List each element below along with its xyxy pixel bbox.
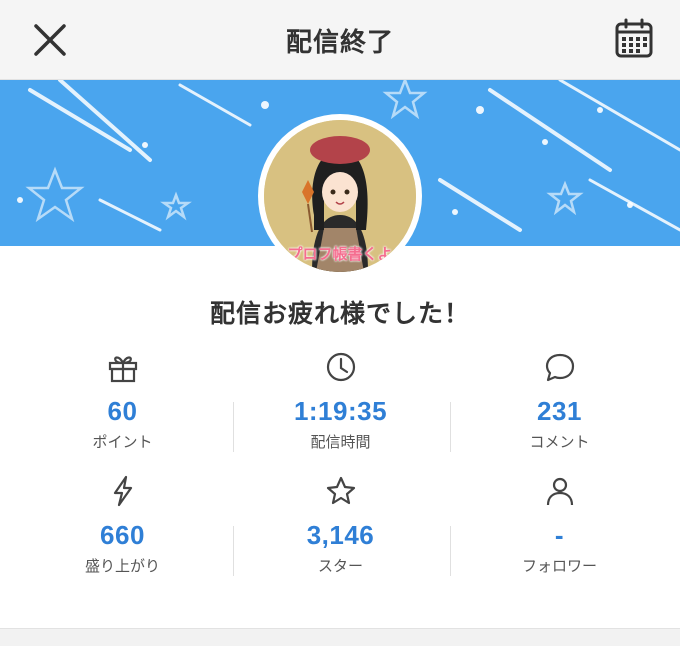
stat-excitement-label: 盛り上がり (84, 557, 160, 575)
stat-stars-label: スター (317, 557, 363, 575)
avatar-image: プロフ帳書くよ (264, 120, 416, 272)
stat-followers-value: - (554, 520, 565, 550)
stat-comments: 231 コメント (446, 350, 673, 452)
stat-duration: 1:19:35 配信時間 (227, 350, 454, 452)
stat-excitement-value: 660 (100, 520, 145, 550)
stat-duration-value: 1:19:35 (293, 396, 388, 426)
divider (450, 526, 451, 576)
divider (450, 402, 451, 452)
divider (233, 402, 234, 452)
page-title: 配信終了 (285, 28, 394, 58)
stat-excitement: 660 盛り上がり (9, 474, 236, 576)
stat-comments-label: コメント (529, 433, 590, 451)
bottom-bar (0, 628, 680, 646)
person-icon (546, 477, 573, 506)
star-icon (326, 476, 355, 505)
stat-stars-value: 3,146 (306, 520, 375, 550)
calendar-button[interactable] (612, 17, 656, 61)
avatar[interactable]: プロフ帳書くよ (258, 114, 422, 278)
stat-points-label: ポイント (92, 433, 153, 451)
stat-followers-label: フォロワー (521, 557, 597, 575)
stat-duration-label: 配信時間 (310, 433, 371, 451)
stat-stars: 3,146 スター (227, 474, 454, 576)
divider (233, 526, 234, 576)
calendar-icon (615, 18, 653, 58)
top-bar: 配信終了 (0, 0, 680, 80)
stat-points-value: 60 (107, 396, 138, 426)
gift-icon (108, 356, 137, 383)
stat-comments-value: 231 (537, 396, 582, 426)
avatar-caption: プロフ帳書くよ (287, 245, 393, 263)
stat-points: 60 ポイント (9, 350, 236, 452)
stat-followers: - フォロワー (446, 474, 673, 576)
clock-icon (326, 352, 355, 382)
lightning-icon (113, 475, 132, 507)
thanks-message: 配信お疲れ様でした！ (209, 299, 470, 328)
comment-icon (545, 353, 574, 382)
